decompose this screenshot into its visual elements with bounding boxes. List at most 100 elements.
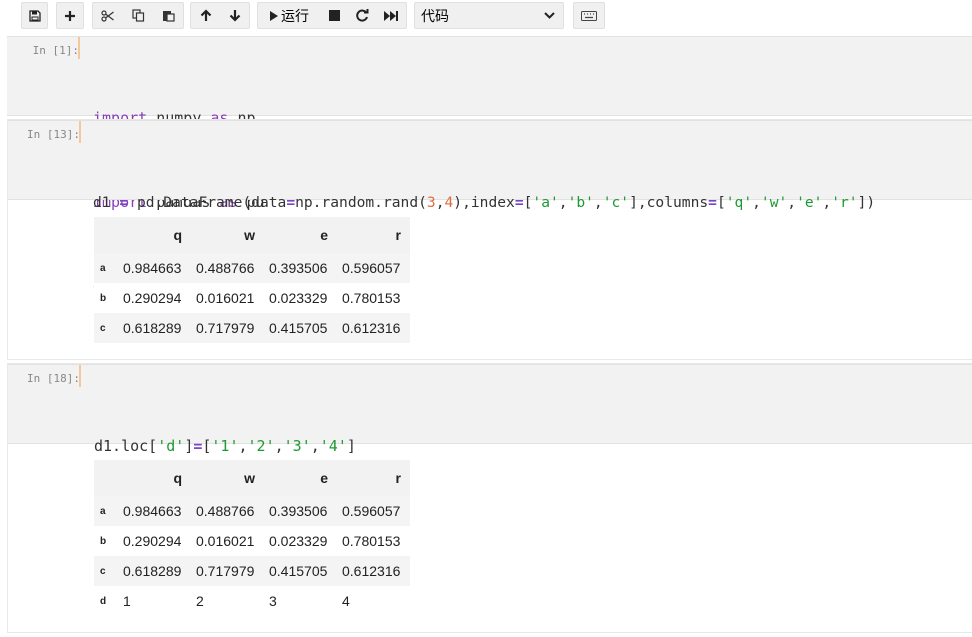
column-header: q [118, 217, 191, 253]
code-token: = [514, 194, 524, 211]
code-token: = [286, 194, 296, 211]
code-token: , [787, 194, 797, 211]
edit-button-group [92, 2, 184, 29]
table-cell: 4 [342, 593, 350, 609]
code-token: d1 [93, 194, 120, 211]
code-token: ],columns [629, 194, 709, 211]
arrow-down-icon [229, 10, 240, 22]
table-corner [94, 217, 118, 253]
cell-13-prompt: In [13]: [27, 128, 80, 141]
row-index: c [100, 565, 106, 577]
prompt-divider [78, 37, 80, 59]
keyboard-icon [581, 10, 597, 21]
code-token: 'q' [725, 194, 753, 211]
cut-button[interactable] [93, 3, 123, 28]
command-palette-button[interactable] [573, 2, 605, 29]
table-corner [94, 460, 118, 496]
run-button-label: 运行 [281, 8, 309, 25]
table-cell: 0.415705 [269, 320, 328, 336]
table-row: d 1 2 3 4 [94, 586, 410, 616]
row-index: a [100, 262, 106, 274]
column-header: w [191, 217, 264, 253]
paste-button[interactable] [153, 3, 183, 28]
prompt-divider [79, 121, 81, 143]
arrow-up-icon [200, 9, 211, 21]
cell-18-prompt: In [18]: [27, 372, 80, 385]
table-cell: 0.023329 [269, 533, 328, 549]
save-button[interactable] [21, 2, 48, 29]
table-row: a 0.984663 0.488766 0.393506 0.596057 [94, 496, 410, 526]
move-down-button[interactable] [220, 3, 249, 28]
code-token: = [119, 194, 129, 211]
column-header: r [337, 460, 410, 496]
cell-type-select[interactable]: 代码 [414, 2, 564, 29]
code-token: 'a' [532, 194, 559, 211]
table-cell: 0.290294 [123, 533, 182, 549]
code-cell-13[interactable]: In [13]: d1 = pd.DataFrame(data=np.rando… [7, 119, 972, 360]
code-token: np.random.rand( [295, 194, 427, 211]
table-cell: 0.596057 [342, 503, 401, 519]
run-button[interactable]: 运行 [258, 3, 320, 28]
code-cell-18[interactable]: In [18]: d1.loc['d']=['1','2','3','4'] d… [7, 363, 972, 633]
stop-icon [328, 10, 340, 21]
code-token: 'e' [796, 194, 823, 211]
notebook-toolbar: 运行 代码 [0, 0, 972, 34]
code-token: 'b' [567, 194, 594, 211]
cell-18-input[interactable]: In [18]: d1.loc['d']=['1','2','3','4'] d… [8, 364, 972, 539]
table-cell: 0.016021 [196, 533, 255, 549]
row-index: b [100, 535, 107, 547]
cell-1-prompt: In [1]: [32, 44, 79, 57]
table-row: b 0.290294 0.016021 0.023329 0.780153 [94, 283, 410, 313]
table-cell: 0.290294 [123, 290, 182, 306]
cell-type-value: 代码 [421, 8, 449, 25]
table-cell: 0.016021 [196, 290, 255, 306]
code-cell-1[interactable]: In [1]: import numpy as np import pandas… [7, 36, 972, 211]
interrupt-button[interactable] [320, 3, 348, 28]
code-token: 'r' [831, 194, 858, 211]
code-token: ),index [453, 194, 515, 211]
cell-13-input[interactable]: In [13]: d1 = pd.DataFrame(data=np.rando… [8, 120, 972, 295]
code-token: '3' [283, 437, 311, 455]
restart-run-all-button[interactable] [376, 3, 406, 28]
table-header-row: qwer [94, 217, 410, 253]
table-cell: 0.984663 [123, 260, 182, 276]
column-header: w [191, 460, 264, 496]
row-index: d [100, 595, 107, 607]
code-token: , [593, 194, 603, 211]
run-button-group: 运行 [257, 2, 407, 29]
dataframe-output-18: q w e r a 0.984663 0.488766 0.393506 0.596057 b 0.… [94, 460, 410, 616]
paste-icon [162, 11, 175, 22]
code-token: , [238, 437, 248, 455]
table-cell: 0.596057 [342, 260, 401, 276]
table-cell: 0.488766 [196, 503, 255, 519]
table-cell: 0.618289 [123, 320, 182, 336]
code-token: 'd' [157, 437, 185, 455]
chevron-down-icon [544, 12, 555, 19]
code-token: ] [346, 437, 356, 455]
code-line: d1.loc['d']=['1','2','3','4'] [94, 432, 356, 460]
table-cell: 0.780153 [342, 290, 401, 306]
copy-button[interactable] [123, 3, 153, 28]
table-row: c 0.618289 0.717979 0.415705 0.612316 [94, 313, 410, 343]
code-token: '2' [247, 437, 275, 455]
row-index: c [100, 322, 106, 334]
dataframe-output-13: q w e r a 0.984663 0.488766 0.393506 0.596057 b 0.… [94, 217, 410, 343]
column-header: r [337, 217, 410, 253]
code-token: 3 [426, 194, 436, 211]
code-token: , [558, 194, 568, 211]
plus-icon [65, 10, 75, 21]
table-cell: 0.984663 [123, 503, 182, 519]
table-cell: 3 [269, 593, 277, 609]
table-cell: 0.488766 [196, 260, 255, 276]
restart-button[interactable] [348, 3, 376, 28]
insert-cell-button[interactable] [56, 2, 84, 29]
table-cell: 0.717979 [196, 320, 255, 336]
play-icon [270, 10, 278, 21]
scissors-icon [101, 9, 114, 22]
code-token: , [822, 194, 832, 211]
table-cell: 0.612316 [342, 563, 401, 579]
column-header: q [118, 460, 191, 496]
cell-1-input[interactable]: In [1]: import numpy as np import pandas… [7, 36, 972, 211]
move-up-button[interactable] [191, 3, 220, 28]
code-token: , [274, 437, 284, 455]
